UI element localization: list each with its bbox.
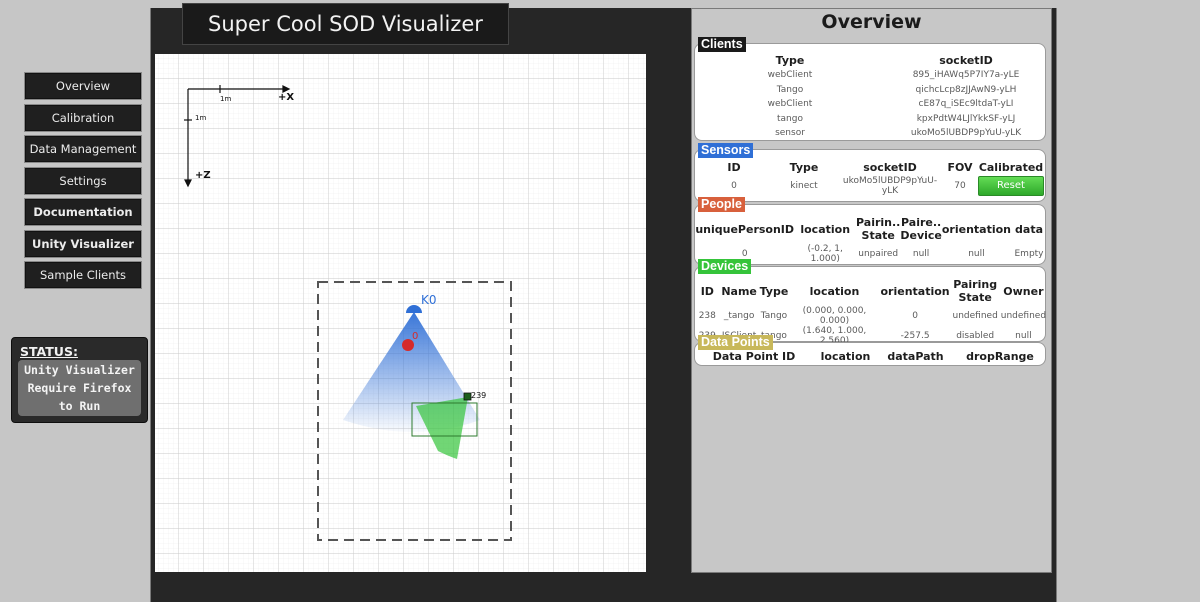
clients-header-socketid: socketID	[939, 53, 993, 67]
sensor-calibrated: Reset	[975, 176, 1047, 196]
person-label: 0	[412, 331, 418, 342]
reset-button[interactable]: Reset	[978, 176, 1044, 196]
people-tag: People	[698, 197, 745, 213]
devices-section: ID Name Type location orientation Pairin…	[694, 266, 1047, 346]
table-row: sensor ukoMo5lUBDP9pYuU-yLK	[695, 126, 1047, 141]
client-type: webClient	[767, 99, 813, 110]
devices-header-orientation: orientation	[880, 284, 950, 298]
client-socketid: 895_iHAWq5P7IY7a-yLE	[912, 70, 1020, 81]
device-orientation: 0	[912, 311, 918, 321]
client-type: sensor	[775, 128, 805, 139]
client-type: Tango	[776, 84, 804, 95]
sidebar-nav: Overview Calibration Data Management Set…	[24, 72, 142, 293]
person-data: Empty	[1014, 249, 1044, 259]
devices-header-location: location	[809, 284, 860, 298]
app-title: Super Cool SOD Visualizer	[182, 3, 509, 45]
table-row: tango kpxPdtW4LJlYkkSF-yLJ	[695, 112, 1047, 127]
client-socketid: cE87q_iSEc9ltdaT-yLI	[918, 99, 1014, 110]
overview-panel: Overview Type socketID webClient 895_iHA…	[691, 8, 1052, 573]
people-header-location: location	[800, 222, 851, 236]
status-panel: STATUS: Unity Visualizer Require Firefox…	[11, 337, 148, 423]
people-header-id: uniquePersonID	[695, 222, 795, 236]
nav-data-management[interactable]: Data Management	[24, 135, 142, 163]
table-row: webClient 895_iHAWq5P7IY7a-yLE	[695, 68, 1047, 83]
nav-sample-clients[interactable]: Sample Clients	[24, 261, 142, 289]
device-239-marker[interactable]	[463, 392, 472, 401]
sensors-header-socketid: socketID	[863, 160, 917, 174]
sensor-label: K0	[421, 293, 437, 307]
table-row: 0 kinect ukoMo5lUBDP9pYuU-yLK 70 Reset	[695, 176, 1047, 196]
scale-x-label: 1m	[220, 95, 231, 103]
sensors-table: ID Type socketID FOV Calibrated 0 kinect…	[695, 158, 1047, 196]
devices-tag: Devices	[698, 259, 752, 275]
axis-x-label: +X	[278, 92, 294, 103]
sensors-tag: Sensors	[698, 143, 754, 159]
table-row: Tango qichcLcp8zJJAwN9-yLH	[695, 83, 1047, 98]
clients-table: Type socketID webClient 895_iHAWq5P7IY7a…	[695, 52, 1047, 141]
device-type: Tango	[760, 311, 788, 321]
client-socketid: kpxPdtW4LJlYkkSF-yLJ	[916, 113, 1016, 124]
sensors-header-type: Type	[789, 160, 819, 174]
nav-settings[interactable]: Settings	[24, 166, 142, 195]
nav-documentation[interactable]: Documentation	[24, 198, 142, 226]
status-line: Require Firefox	[27, 381, 132, 395]
overview-title: Overview	[821, 11, 922, 33]
devices-header-owner: Owner	[1003, 284, 1044, 298]
datapoints-tag: Data Points	[698, 335, 773, 351]
datapoints-header-location: location	[820, 349, 871, 363]
device-id: 238	[698, 311, 716, 321]
sensors-header-calibrated: Calibrated	[978, 160, 1044, 174]
people-section: uniquePersonID location Pairin.. State P…	[694, 204, 1046, 265]
status-line: to Run	[58, 399, 101, 413]
person-orientation: null	[968, 249, 985, 259]
status-line: Unity Visualizer	[24, 363, 135, 377]
devices-header-type: Type	[759, 284, 789, 298]
devices-header-name: Name	[721, 284, 757, 298]
table-row: 238 _tango Tango (0.000, 0.000, 0.000) 0…	[695, 306, 1047, 326]
clients-header-type: Type	[775, 53, 805, 67]
clients-tag: Clients	[698, 37, 746, 53]
client-type: webClient	[767, 70, 813, 81]
sensor-id: 0	[731, 181, 737, 191]
client-socketid: qichcLcp8zJJAwN9-yLH	[915, 84, 1017, 95]
status-label: STATUS:	[20, 344, 78, 359]
sensors-header-id: ID	[727, 160, 741, 174]
axis-z-label: +Z	[195, 170, 211, 181]
device-label: 239	[471, 391, 486, 400]
device-pairing-state: undefined	[952, 311, 998, 321]
sensor-type: kinect	[790, 181, 818, 191]
devices-header-id: ID	[700, 284, 714, 298]
nav-unity-visualizer[interactable]: Unity Visualizer	[24, 229, 142, 258]
people-table: uniquePersonID location Pairin.. State P…	[695, 214, 1047, 264]
client-type: tango	[777, 113, 803, 124]
datapoints-header-datapath: dataPath	[887, 349, 944, 363]
datapoints-header-droprange: dropRange	[966, 349, 1034, 363]
clients-section: Type socketID webClient 895_iHAWq5P7IY7a…	[694, 43, 1046, 141]
scale-z-label: 1m	[195, 114, 206, 122]
person-location: (-0.2, 1, 1.000)	[807, 244, 843, 264]
nav-calibration[interactable]: Calibration	[24, 103, 142, 132]
sensor-fov: 70	[954, 181, 966, 191]
client-socketid: ukoMo5lUBDP9pYuU-yLK	[910, 128, 1022, 139]
people-header-pairing-state: Pairin.. State	[856, 216, 901, 242]
people-header-data: data	[1015, 222, 1043, 236]
room-canvas[interactable]: +X +Z 1m 1m K0 0 239	[155, 54, 646, 572]
people-header-orientation: orientation	[941, 222, 1012, 236]
person-pairing-state: unpaired	[858, 249, 899, 259]
devices-header-pairing-state: Pairing State	[953, 278, 998, 304]
sensor-socketid: ukoMo5lUBDP9pYuU-yLK	[842, 176, 938, 196]
status-message: Unity Visualizer Require Firefox to Run	[18, 360, 141, 416]
device-owner: undefined	[1000, 311, 1047, 321]
room-canvas-svg: +X +Z 1m 1m K0 0 239	[155, 54, 646, 572]
nav-overview[interactable]: Overview	[24, 72, 142, 100]
table-row: webClient cE87q_iSEc9ltdaT-yLI	[695, 97, 1047, 112]
device-location: (0.000, 0.000, 0.000)	[802, 306, 867, 326]
sensors-header-fov: FOV	[947, 160, 973, 174]
person-paired-device: null	[912, 249, 930, 259]
device-name: _tango	[723, 311, 755, 321]
grid	[155, 54, 646, 572]
people-header-paired-device: Paire.. Device	[900, 216, 942, 242]
